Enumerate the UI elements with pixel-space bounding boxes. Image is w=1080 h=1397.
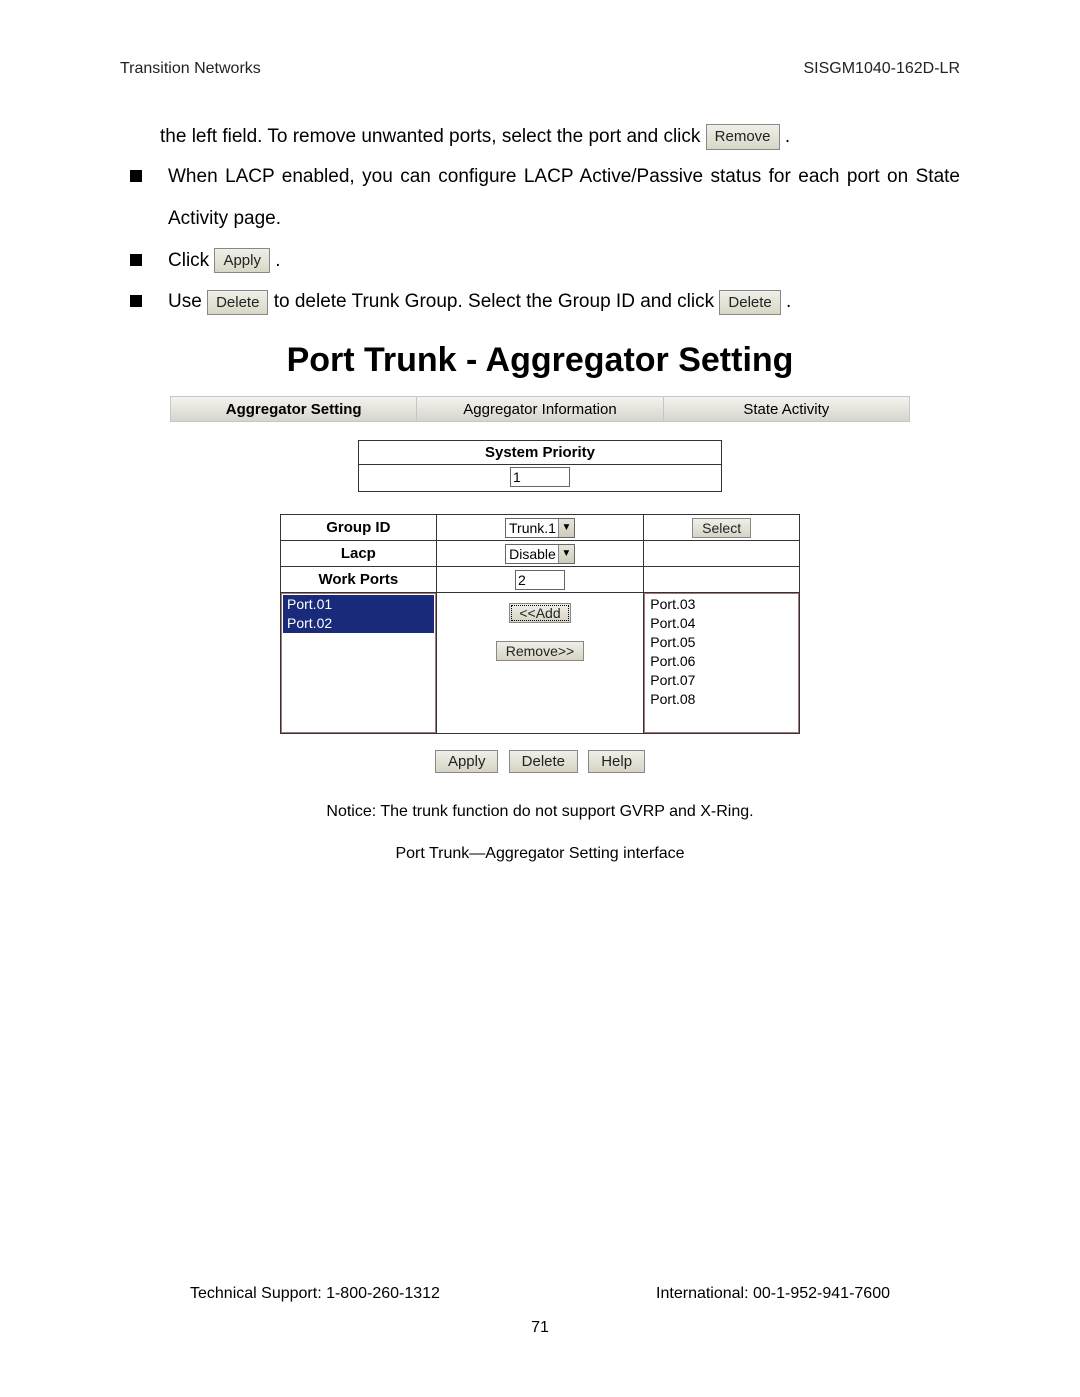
footer-left: Technical Support: 1-800-260-1312 bbox=[190, 1285, 440, 1303]
footer-right: International: 00-1-952-941-7600 bbox=[656, 1285, 890, 1303]
notice-text: Notice: The trunk function do not suppor… bbox=[90, 803, 990, 821]
square-bullet-icon bbox=[130, 170, 142, 182]
tab-aggregator-setting[interactable]: Aggregator Setting bbox=[171, 397, 417, 421]
work-ports-input[interactable] bbox=[515, 570, 565, 590]
square-bullet-icon bbox=[130, 295, 142, 307]
list-item[interactable]: Port.08 bbox=[646, 690, 797, 709]
system-priority-label: System Priority bbox=[359, 441, 721, 465]
list-item[interactable]: Port.06 bbox=[646, 652, 797, 671]
list-item[interactable]: Port.03 bbox=[646, 595, 797, 614]
apply-button-inline[interactable]: Apply bbox=[214, 248, 270, 274]
delete-button-inline-2[interactable]: Delete bbox=[719, 290, 780, 316]
select-button[interactable]: Select bbox=[692, 518, 751, 538]
list-item[interactable]: Port.02 bbox=[283, 614, 434, 633]
header-right: SISGM1040-162D-LR bbox=[803, 60, 960, 78]
remove-button-inline[interactable]: Remove bbox=[706, 124, 780, 150]
group-id-select[interactable]: Trunk.1 ▼ bbox=[505, 518, 575, 538]
apply-button[interactable]: Apply bbox=[435, 750, 499, 773]
bullet-use-delete: Use Delete to delete Trunk Group. Select… bbox=[130, 281, 960, 323]
page-title: Port Trunk - Aggregator Setting bbox=[90, 341, 990, 380]
tab-bar: Aggregator Setting Aggregator Informatio… bbox=[170, 396, 910, 422]
chevron-down-icon: ▼ bbox=[558, 519, 574, 537]
work-ports-label: Work Ports bbox=[281, 567, 437, 593]
group-id-label: Group ID bbox=[281, 515, 437, 541]
list-item[interactable]: Port.04 bbox=[646, 614, 797, 633]
page-header: Transition Networks SISGM1040-162D-LR bbox=[120, 60, 960, 78]
list-item[interactable]: Port.05 bbox=[646, 633, 797, 652]
page-number: 71 bbox=[90, 1319, 990, 1337]
system-priority-input[interactable] bbox=[510, 467, 570, 487]
bullet-lacp: When LACP enabled, you can configure LAC… bbox=[130, 156, 960, 240]
delete-button-inline[interactable]: Delete bbox=[207, 290, 268, 316]
page-footer: Technical Support: 1-800-260-1312 Intern… bbox=[90, 1285, 990, 1337]
bullet-click-apply: Click Apply . bbox=[130, 240, 960, 282]
list-item[interactable]: Port.07 bbox=[646, 671, 797, 690]
square-bullet-icon bbox=[130, 254, 142, 266]
add-button[interactable]: <<Add bbox=[509, 603, 570, 623]
lacp-label: Lacp bbox=[281, 541, 437, 567]
chevron-down-icon: ▼ bbox=[558, 545, 574, 563]
help-button[interactable]: Help bbox=[588, 750, 645, 773]
header-left: Transition Networks bbox=[120, 60, 261, 78]
list-item[interactable]: Port.01 bbox=[283, 595, 434, 614]
lacp-select[interactable]: Disable ▼ bbox=[505, 544, 575, 564]
settings-table: Group ID Trunk.1 ▼ Select Lacp Disable ▼ bbox=[280, 514, 800, 734]
selected-ports-listbox[interactable]: Port.01 Port.02 bbox=[281, 593, 436, 733]
remove-button[interactable]: Remove>> bbox=[496, 641, 584, 661]
tab-aggregator-information[interactable]: Aggregator Information bbox=[417, 397, 663, 421]
figure-caption: Port Trunk—Aggregator Setting interface bbox=[90, 845, 990, 863]
available-ports-listbox[interactable]: Port.03 Port.04 Port.05 Port.06 Port.07 … bbox=[644, 593, 799, 733]
tab-state-activity[interactable]: State Activity bbox=[664, 397, 909, 421]
delete-button[interactable]: Delete bbox=[509, 750, 578, 773]
continued-paragraph: the left field. To remove unwanted ports… bbox=[160, 118, 960, 156]
